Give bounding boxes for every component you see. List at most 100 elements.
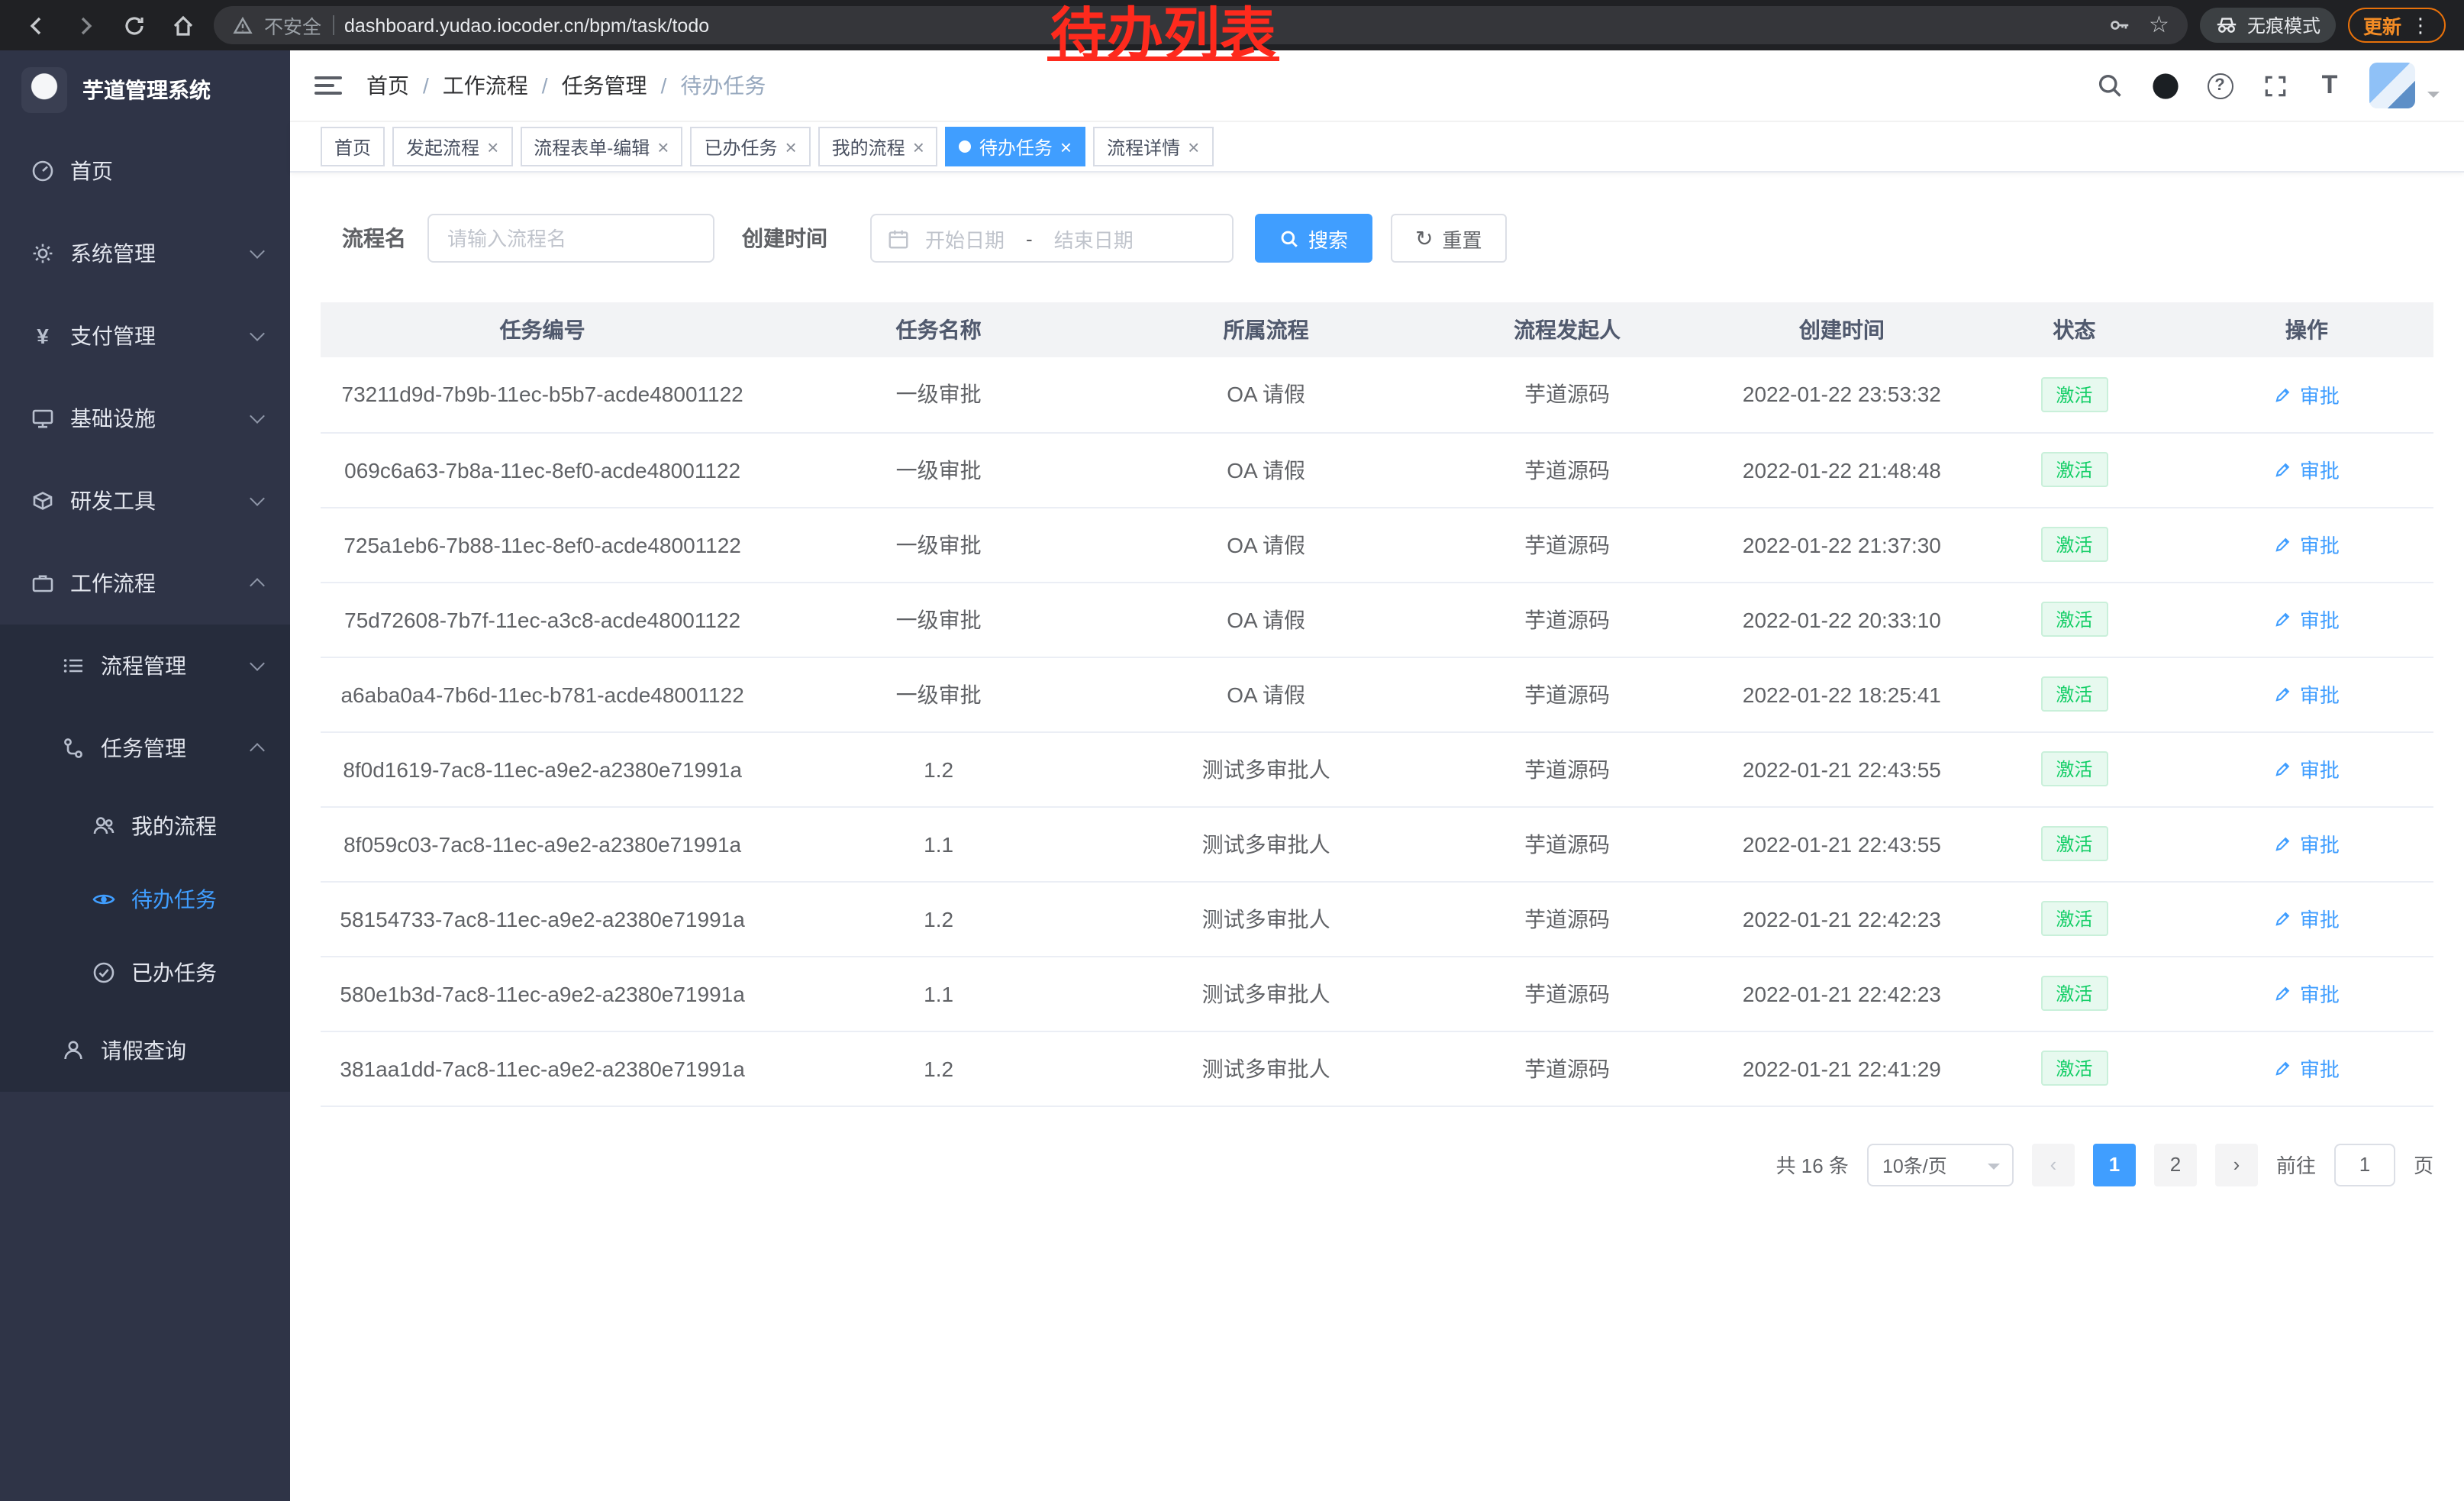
approve-link[interactable]: 审批 — [2274, 754, 2340, 783]
search-icon[interactable] — [2095, 70, 2125, 101]
close-icon[interactable]: × — [1188, 137, 1199, 157]
bookmark-star-icon[interactable]: ☆ — [2149, 14, 2169, 37]
status-badge: 激活 — [2040, 377, 2108, 412]
cell-created: 2022-01-21 22:41:29 — [1715, 1031, 1969, 1106]
tab-label: 待办任务 — [979, 134, 1053, 160]
cell-created: 2022-01-21 22:43:55 — [1715, 731, 1969, 806]
table-row: 580e1b3d-7ac8-11ec-a9e2-a2380e71991a 1.1… — [321, 956, 2433, 1031]
page-button-2[interactable]: 2 — [2154, 1143, 2197, 1186]
fullscreen-icon[interactable] — [2259, 70, 2290, 101]
goto-page-input[interactable] — [2334, 1143, 2395, 1186]
app-logo — [21, 67, 67, 113]
cell-initiator: 芋道源码 — [1419, 582, 1715, 657]
browser-reload-button[interactable] — [116, 7, 153, 44]
breadcrumb-item[interactable]: 工作流程 — [443, 70, 528, 101]
page-button-1[interactable]: 1 — [2093, 1143, 2136, 1186]
home-icon — [171, 13, 195, 37]
cell-initiator: 芋道源码 — [1419, 357, 1715, 432]
approve-link[interactable]: 审批 — [2274, 1054, 2340, 1083]
browser-menu-icon[interactable]: ⋮ — [2411, 13, 2430, 37]
tab-home[interactable]: 首页 — [321, 127, 385, 166]
search-button[interactable]: 搜索 — [1255, 214, 1372, 263]
sidebar-item-leave-query[interactable]: 请假查询 — [0, 1009, 290, 1092]
browser-update-button[interactable]: 更新 ⋮ — [2348, 8, 2446, 43]
approve-link[interactable]: 审批 — [2274, 455, 2340, 484]
breadcrumb-separator: / — [542, 73, 548, 98]
date-range-picker[interactable]: 开始日期 - 结束日期 — [870, 214, 1234, 263]
approve-link[interactable]: 审批 — [2274, 979, 2340, 1008]
sidebar-item-workflow[interactable]: 工作流程 — [0, 542, 290, 625]
sidebar-item-infrastructure[interactable]: 基础设施 — [0, 377, 290, 460]
sidebar: 芋道管理系统 首页 系统管理 ¥ 支付管理 基础设施 — [0, 50, 290, 1501]
app-title: 芋道管理系统 — [82, 75, 211, 105]
help-icon[interactable]: ? — [2204, 70, 2235, 101]
tab-start-process[interactable]: 发起流程 × — [392, 127, 512, 166]
edit-icon — [2274, 609, 2294, 629]
sidebar-item-process-management[interactable]: 流程管理 — [0, 625, 290, 707]
approve-link[interactable]: 审批 — [2274, 605, 2340, 634]
search-icon — [1279, 228, 1299, 248]
cell-action: 审批 — [2180, 357, 2433, 432]
browser-forward-button[interactable] — [67, 7, 104, 44]
breadcrumb-item[interactable]: 首页 — [366, 70, 409, 101]
cell-task-id: 75d72608-7b7f-11ec-a3c8-acde48001122 — [321, 582, 764, 657]
close-icon[interactable]: × — [487, 137, 498, 157]
sidebar-item-todo-tasks[interactable]: 待办任务 — [0, 863, 290, 936]
sidebar-item-payment-management[interactable]: ¥ 支付管理 — [0, 295, 290, 377]
reset-button[interactable]: ↻ 重置 — [1391, 214, 1507, 263]
github-icon[interactable] — [2150, 70, 2180, 101]
sidebar-item-done-tasks[interactable]: 已办任务 — [0, 936, 290, 1009]
page-url: dashboard.yudao.iocoder.cn/bpm/task/todo — [344, 15, 709, 36]
sidebar-item-task-management[interactable]: 任务管理 — [0, 707, 290, 789]
refresh-icon: ↻ — [1415, 228, 1433, 249]
sidebar-item-label: 流程管理 — [101, 650, 186, 681]
page-size-select[interactable]: 10条/页 — [1867, 1143, 2014, 1186]
sidebar-item-system-management[interactable]: 系统管理 — [0, 212, 290, 295]
edit-icon — [2274, 759, 2294, 779]
approve-link[interactable]: 审批 — [2274, 904, 2340, 933]
browser-back-button[interactable] — [18, 7, 55, 44]
incognito-label: 无痕模式 — [2247, 12, 2320, 38]
close-icon[interactable]: × — [785, 137, 796, 157]
user-avatar[interactable] — [2369, 63, 2415, 108]
active-dot-icon — [959, 140, 972, 153]
breadcrumb-item[interactable]: 任务管理 — [562, 70, 647, 101]
cell-task-id: 73211d9d-7b9b-11ec-b5b7-acde48001122 — [321, 357, 764, 432]
sidebar-item-home[interactable]: 首页 — [0, 130, 290, 212]
sidebar-item-my-processes[interactable]: 我的流程 — [0, 789, 290, 863]
close-icon[interactable]: × — [913, 137, 924, 157]
prev-page-button[interactable]: ‹ — [2032, 1143, 2075, 1186]
approve-link[interactable]: 审批 — [2274, 530, 2340, 559]
tab-process-form-edit[interactable]: 流程表单-编辑 × — [520, 127, 682, 166]
tab-done-tasks[interactable]: 已办任务 × — [690, 127, 810, 166]
cell-status: 激活 — [1969, 956, 2180, 1031]
tab-my-processes[interactable]: 我的流程 × — [818, 127, 938, 166]
edit-icon — [2274, 1058, 2294, 1078]
cell-initiator: 芋道源码 — [1419, 806, 1715, 881]
app-logo-row[interactable]: 芋道管理系统 — [0, 50, 290, 130]
sidebar-item-dev-tools[interactable]: 研发工具 — [0, 460, 290, 542]
edit-icon — [2274, 385, 2294, 405]
approve-link[interactable]: 审批 — [2274, 829, 2340, 858]
approve-link[interactable]: 审批 — [2274, 380, 2340, 409]
browser-home-button[interactable] — [165, 7, 202, 44]
close-icon[interactable]: × — [657, 137, 669, 157]
collapse-sidebar-icon[interactable] — [314, 76, 342, 95]
edit-icon — [2274, 534, 2294, 554]
tab-process-detail[interactable]: 流程详情 × — [1093, 127, 1213, 166]
edit-icon — [2274, 460, 2294, 479]
end-date-placeholder: 结束日期 — [1054, 224, 1134, 253]
cell-action: 审批 — [2180, 657, 2433, 731]
process-name-input[interactable] — [427, 214, 714, 263]
chevron-down-icon — [250, 656, 265, 671]
next-page-button[interactable]: › — [2215, 1143, 2258, 1186]
font-size-icon[interactable]: T — [2314, 70, 2345, 101]
close-icon[interactable]: × — [1060, 137, 1072, 157]
approve-link[interactable]: 审批 — [2274, 679, 2340, 709]
cell-task-id: 58154733-7ac8-11ec-a9e2-a2380e71991a — [321, 881, 764, 956]
cell-task-name: 一级审批 — [764, 507, 1113, 582]
tab-todo-tasks[interactable]: 待办任务 × — [946, 127, 1085, 166]
status-badge: 激活 — [2040, 1051, 2108, 1086]
password-key-icon[interactable] — [2108, 14, 2130, 37]
tab-label: 我的流程 — [832, 134, 905, 160]
